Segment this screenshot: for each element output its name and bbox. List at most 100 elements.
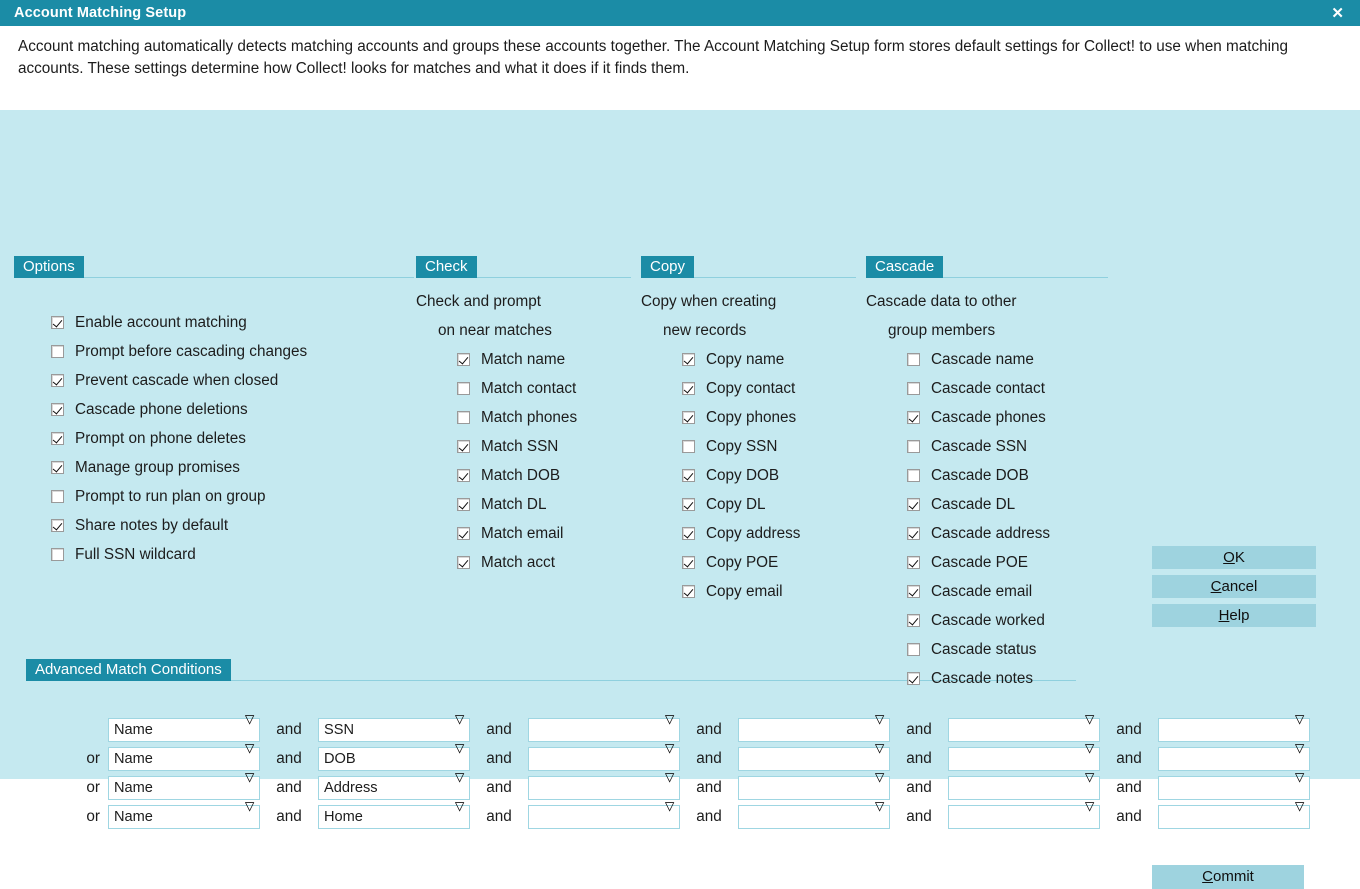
advanced-condition-select[interactable] [738, 800, 890, 829]
cascade-checkbox-row[interactable]: Cascade status [907, 635, 1050, 664]
checkbox-checked-icon[interactable] [457, 353, 470, 366]
checkbox-checked-icon[interactable] [682, 411, 695, 424]
advanced-condition-select[interactable]: Name [108, 800, 260, 829]
checkbox-checked-icon[interactable] [457, 469, 470, 482]
check-checkbox-row[interactable]: Match email [457, 519, 577, 548]
advanced-condition-select[interactable]: Address [318, 771, 470, 800]
check-checkbox-row[interactable]: Match contact [457, 374, 577, 403]
checkbox-checked-icon[interactable] [682, 382, 695, 395]
checkbox-unchecked-icon[interactable] [457, 411, 470, 424]
check-checkbox-row[interactable]: Match DOB [457, 461, 577, 490]
checkbox-checked-icon[interactable] [682, 498, 695, 511]
checkbox-checked-icon[interactable] [907, 498, 920, 511]
checkbox-checked-icon[interactable] [51, 374, 64, 387]
cascade-checkbox-row[interactable]: Cascade DOB [907, 461, 1050, 490]
option-checkbox-row[interactable]: Prompt before cascading changes [51, 337, 307, 366]
checkbox-checked-icon[interactable] [907, 527, 920, 540]
check-checkbox-row[interactable]: Match name [457, 345, 577, 374]
checkbox-checked-icon[interactable] [51, 461, 64, 474]
advanced-condition-select[interactable]: Home [318, 800, 470, 829]
cascade-checkbox-row[interactable]: Cascade address [907, 519, 1050, 548]
advanced-condition-select[interactable] [528, 800, 680, 829]
advanced-condition-select[interactable] [528, 771, 680, 800]
checkbox-checked-icon[interactable] [457, 556, 470, 569]
checkbox-unchecked-icon[interactable] [907, 353, 920, 366]
checkbox-checked-icon[interactable] [907, 585, 920, 598]
advanced-condition-select[interactable] [948, 713, 1100, 742]
option-checkbox-row[interactable]: Enable account matching [51, 308, 307, 337]
cascade-checkbox-row[interactable]: Cascade notes [907, 664, 1050, 693]
advanced-condition-select[interactable]: Name [108, 742, 260, 771]
checkbox-checked-icon[interactable] [907, 411, 920, 424]
copy-checkbox-row[interactable]: Copy SSN [682, 432, 800, 461]
advanced-condition-select[interactable]: DOB [318, 742, 470, 771]
checkbox-checked-icon[interactable] [51, 316, 64, 329]
cascade-checkbox-row[interactable]: Cascade email [907, 577, 1050, 606]
checkbox-checked-icon[interactable] [51, 403, 64, 416]
advanced-condition-select[interactable] [948, 800, 1100, 829]
advanced-condition-select[interactable]: Name [108, 771, 260, 800]
advanced-condition-select[interactable] [1158, 771, 1310, 800]
option-checkbox-row[interactable]: Prevent cascade when closed [51, 366, 307, 395]
checkbox-unchecked-icon[interactable] [907, 382, 920, 395]
advanced-condition-select[interactable] [528, 742, 680, 771]
check-checkbox-row[interactable]: Match acct [457, 548, 577, 577]
help-button[interactable]: Help [1152, 604, 1316, 627]
advanced-condition-select[interactable] [948, 742, 1100, 771]
checkbox-checked-icon[interactable] [682, 556, 695, 569]
ok-button[interactable]: OK [1152, 546, 1316, 569]
advanced-condition-select[interactable] [738, 713, 890, 742]
cascade-checkbox-row[interactable]: Cascade worked [907, 606, 1050, 635]
advanced-condition-select[interactable]: Name [108, 713, 260, 742]
close-icon[interactable]: ✕ [1325, 4, 1350, 23]
check-checkbox-row[interactable]: Match DL [457, 490, 577, 519]
checkbox-unchecked-icon[interactable] [907, 440, 920, 453]
copy-checkbox-row[interactable]: Copy email [682, 577, 800, 606]
checkbox-checked-icon[interactable] [457, 440, 470, 453]
checkbox-checked-icon[interactable] [682, 469, 695, 482]
cascade-checkbox-row[interactable]: Cascade DL [907, 490, 1050, 519]
checkbox-checked-icon[interactable] [51, 432, 64, 445]
cascade-checkbox-row[interactable]: Cascade POE [907, 548, 1050, 577]
advanced-condition-select[interactable] [1158, 713, 1310, 742]
cascade-checkbox-row[interactable]: Cascade name [907, 345, 1050, 374]
checkbox-unchecked-icon[interactable] [682, 440, 695, 453]
checkbox-unchecked-icon[interactable] [51, 490, 64, 503]
cascade-checkbox-row[interactable]: Cascade phones [907, 403, 1050, 432]
option-checkbox-row[interactable]: Prompt to run plan on group [51, 482, 307, 511]
checkbox-checked-icon[interactable] [457, 527, 470, 540]
checkbox-checked-icon[interactable] [907, 672, 920, 685]
checkbox-checked-icon[interactable] [682, 353, 695, 366]
check-checkbox-row[interactable]: Match SSN [457, 432, 577, 461]
cascade-checkbox-row[interactable]: Cascade SSN [907, 432, 1050, 461]
checkbox-checked-icon[interactable] [457, 498, 470, 511]
checkbox-checked-icon[interactable] [51, 519, 64, 532]
checkbox-checked-icon[interactable] [682, 585, 695, 598]
copy-checkbox-row[interactable]: Copy name [682, 345, 800, 374]
checkbox-checked-icon[interactable] [907, 556, 920, 569]
copy-checkbox-row[interactable]: Copy DOB [682, 461, 800, 490]
copy-checkbox-row[interactable]: Copy POE [682, 548, 800, 577]
commit-button[interactable]: Commit [1152, 865, 1304, 889]
advanced-condition-select[interactable] [738, 742, 890, 771]
copy-checkbox-row[interactable]: Copy phones [682, 403, 800, 432]
checkbox-unchecked-icon[interactable] [51, 345, 64, 358]
checkbox-checked-icon[interactable] [907, 614, 920, 627]
checkbox-unchecked-icon[interactable] [51, 548, 64, 561]
cancel-button[interactable]: Cancel [1152, 575, 1316, 598]
option-checkbox-row[interactable]: Full SSN wildcard [51, 540, 307, 569]
checkbox-unchecked-icon[interactable] [907, 643, 920, 656]
checkbox-checked-icon[interactable] [682, 527, 695, 540]
copy-checkbox-row[interactable]: Copy contact [682, 374, 800, 403]
advanced-condition-select[interactable] [948, 771, 1100, 800]
cascade-checkbox-row[interactable]: Cascade contact [907, 374, 1050, 403]
advanced-condition-select[interactable] [1158, 742, 1310, 771]
option-checkbox-row[interactable]: Share notes by default [51, 511, 307, 540]
check-checkbox-row[interactable]: Match phones [457, 403, 577, 432]
advanced-condition-select[interactable] [528, 713, 680, 742]
option-checkbox-row[interactable]: Manage group promises [51, 453, 307, 482]
advanced-condition-select[interactable] [738, 771, 890, 800]
option-checkbox-row[interactable]: Cascade phone deletions [51, 395, 307, 424]
copy-checkbox-row[interactable]: Copy DL [682, 490, 800, 519]
checkbox-unchecked-icon[interactable] [457, 382, 470, 395]
